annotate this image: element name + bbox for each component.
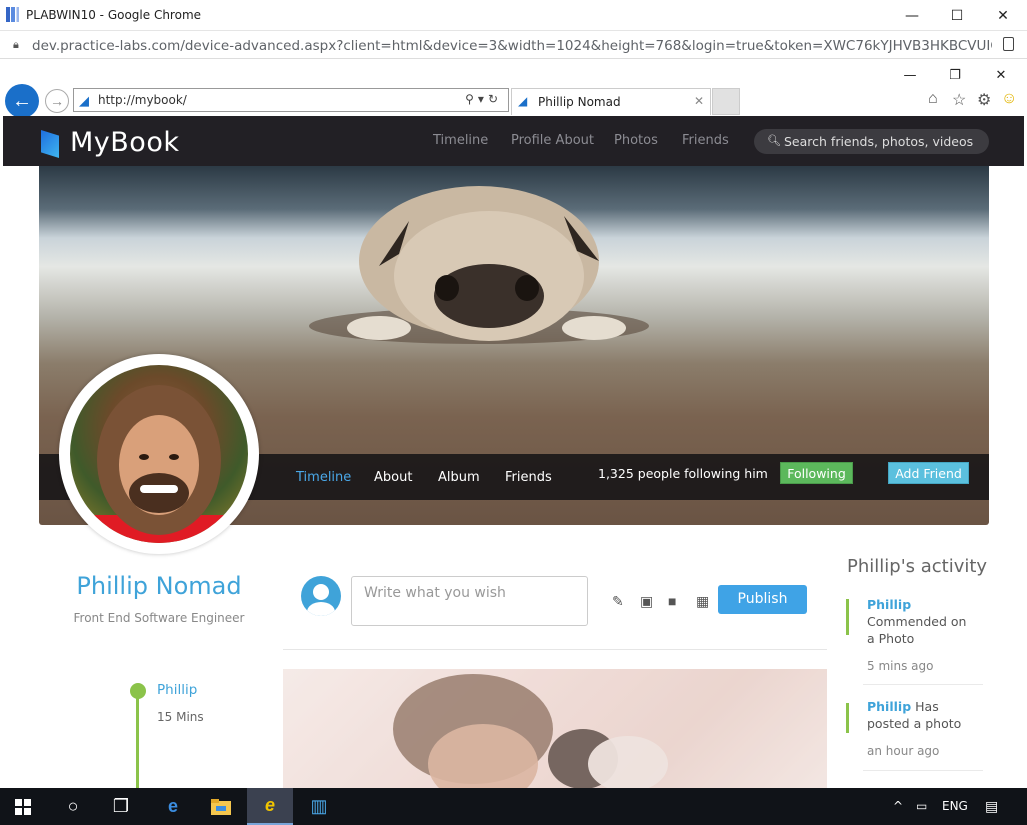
site-brand[interactable]: MyBook (70, 127, 179, 158)
ie-address-bar[interactable]: ◢ http://mybook/ ⚲▾↻ (73, 88, 509, 112)
post-photo[interactable] (283, 669, 827, 788)
ie-close-button[interactable]: ✕ (986, 66, 1016, 84)
couple-photo-image (283, 669, 827, 788)
tab-favicon-icon: ◢ (518, 94, 528, 108)
profile-avatar[interactable] (59, 354, 259, 554)
activity-time: 5 mins ago (867, 659, 934, 673)
mybook-page: MyBook Timeline Profile About Photos Fri… (3, 116, 1024, 788)
tab-album[interactable]: Album (438, 470, 480, 485)
search-icon: 🔍︎ (767, 134, 781, 147)
activity-time: an hour ago (867, 744, 940, 758)
windows-taskbar: ○ ❐ e e ▥ ^ ▭ ENG ▤ (0, 788, 1027, 825)
action-center-icon[interactable]: ▤ (985, 799, 998, 815)
site-navbar: MyBook Timeline Profile About Photos Fri… (3, 116, 1024, 166)
close-button[interactable]: ✕ (980, 0, 1026, 31)
post-divider (283, 649, 827, 650)
maximize-button[interactable]: ☐ (934, 0, 980, 31)
post-textarea[interactable]: Write what you wish (351, 576, 588, 626)
activity-user-link[interactable]: Phillip (867, 597, 911, 612)
app-building-icon[interactable]: ▥ (296, 788, 342, 825)
user-avatar-icon (301, 576, 341, 616)
file-explorer-icon[interactable] (198, 788, 244, 825)
following-button[interactable]: Following (780, 462, 853, 484)
cortana-search-icon[interactable]: ○ (50, 788, 96, 825)
timeline-time: 15 Mins (157, 710, 204, 724)
activity-title: Phillip's activity (847, 556, 988, 577)
search-placeholder: Search friends, photos, videos (784, 134, 974, 149)
timeline-line (136, 692, 139, 788)
mybook-logo-icon[interactable] (41, 130, 59, 158)
tab-close-icon[interactable]: ✕ (694, 94, 704, 108)
chrome-titlebar: PLABWIN10 - Google Chrome — ☐ ✕ (0, 0, 1027, 31)
windows-start-icon[interactable] (0, 788, 46, 825)
back-arrow-icon[interactable]: ← (5, 84, 39, 118)
activity-text: Commended on a Photo (867, 614, 967, 646)
tab-about[interactable]: About (374, 470, 412, 485)
favorites-star-icon[interactable]: ☆ (952, 90, 966, 110)
ie-restore-button[interactable]: ❐ (940, 66, 970, 84)
chrome-address-bar[interactable]: 🔒︎ dev.practice-labs.com/device-advanced… (0, 31, 1027, 59)
nav-photos[interactable]: Photos (614, 133, 658, 148)
window-title: PLABWIN10 - Google Chrome (26, 8, 202, 22)
activity-user-link[interactable]: Phillip (867, 699, 911, 714)
tab-timeline[interactable]: Timeline (296, 470, 351, 485)
activity-item: Phillip Has posted a photo (867, 698, 977, 732)
activity-marker (846, 599, 849, 635)
site-favicon-icon: ◢ (79, 93, 89, 108)
tab-phillip-nomad[interactable]: ◢ Phillip Nomad ✕ (511, 88, 711, 115)
lock-icon: 🔒︎ (13, 39, 19, 51)
ie-url[interactable]: http://mybook/ (98, 93, 187, 107)
smiley-feedback-icon[interactable]: ☺ (1001, 90, 1017, 108)
nav-friends[interactable]: Friends (682, 133, 729, 148)
language-indicator[interactable]: ENG (942, 799, 968, 813)
followers-count: 1,325 people following him (598, 466, 768, 481)
person-portrait-image (70, 385, 248, 543)
clipboard-icon[interactable] (1003, 37, 1014, 51)
chrome-url[interactable]: dev.practice-labs.com/device-advanced.as… (32, 38, 992, 54)
timeline-user-link[interactable]: Phillip (157, 682, 197, 698)
forward-arrow-icon[interactable]: → (45, 89, 69, 113)
image-icon[interactable]: ▣ (640, 593, 653, 610)
network-icon[interactable]: ▭ (916, 799, 927, 813)
map-icon[interactable]: ▦ (696, 593, 709, 610)
chrome-app-icon (6, 7, 19, 22)
publish-button[interactable]: Publish (718, 585, 807, 614)
video-icon[interactable]: ■ (668, 593, 676, 609)
activity-divider (863, 684, 983, 685)
search-refresh-icons[interactable]: ⚲▾↻ (465, 92, 502, 106)
task-view-icon[interactable]: ❐ (98, 788, 144, 825)
internet-explorer-icon[interactable]: e (247, 788, 293, 825)
minimize-button[interactable]: — (889, 0, 935, 31)
avatar-photo (70, 365, 248, 543)
search-input[interactable]: 🔍︎ Search friends, photos, videos (754, 129, 989, 154)
profile-name: Phillip Nomad (76, 572, 242, 600)
profile-role: Front End Software Engineer (73, 611, 245, 625)
edge-browser-icon[interactable]: e (150, 788, 196, 825)
add-friend-button[interactable]: Add Friend (888, 462, 969, 484)
nav-profile-about[interactable]: Profile About (511, 133, 594, 148)
gear-icon[interactable]: ⚙ (977, 90, 991, 110)
new-tab-button[interactable] (712, 88, 740, 115)
timeline-dot (130, 683, 146, 699)
tab-title: Phillip Nomad (538, 95, 621, 109)
tray-chevron-icon[interactable]: ^ (893, 799, 903, 813)
ie-minimize-button[interactable]: — (895, 66, 925, 84)
pug-image (309, 186, 649, 344)
activity-divider (863, 770, 983, 771)
edit-icon[interactable]: ✎ (612, 593, 624, 610)
tab-friends[interactable]: Friends (505, 470, 552, 485)
home-icon[interactable]: ⌂ (928, 90, 938, 108)
activity-item: Phillip Commended on a Photo (867, 596, 977, 647)
nav-timeline[interactable]: Timeline (433, 133, 488, 148)
activity-marker (846, 703, 849, 733)
